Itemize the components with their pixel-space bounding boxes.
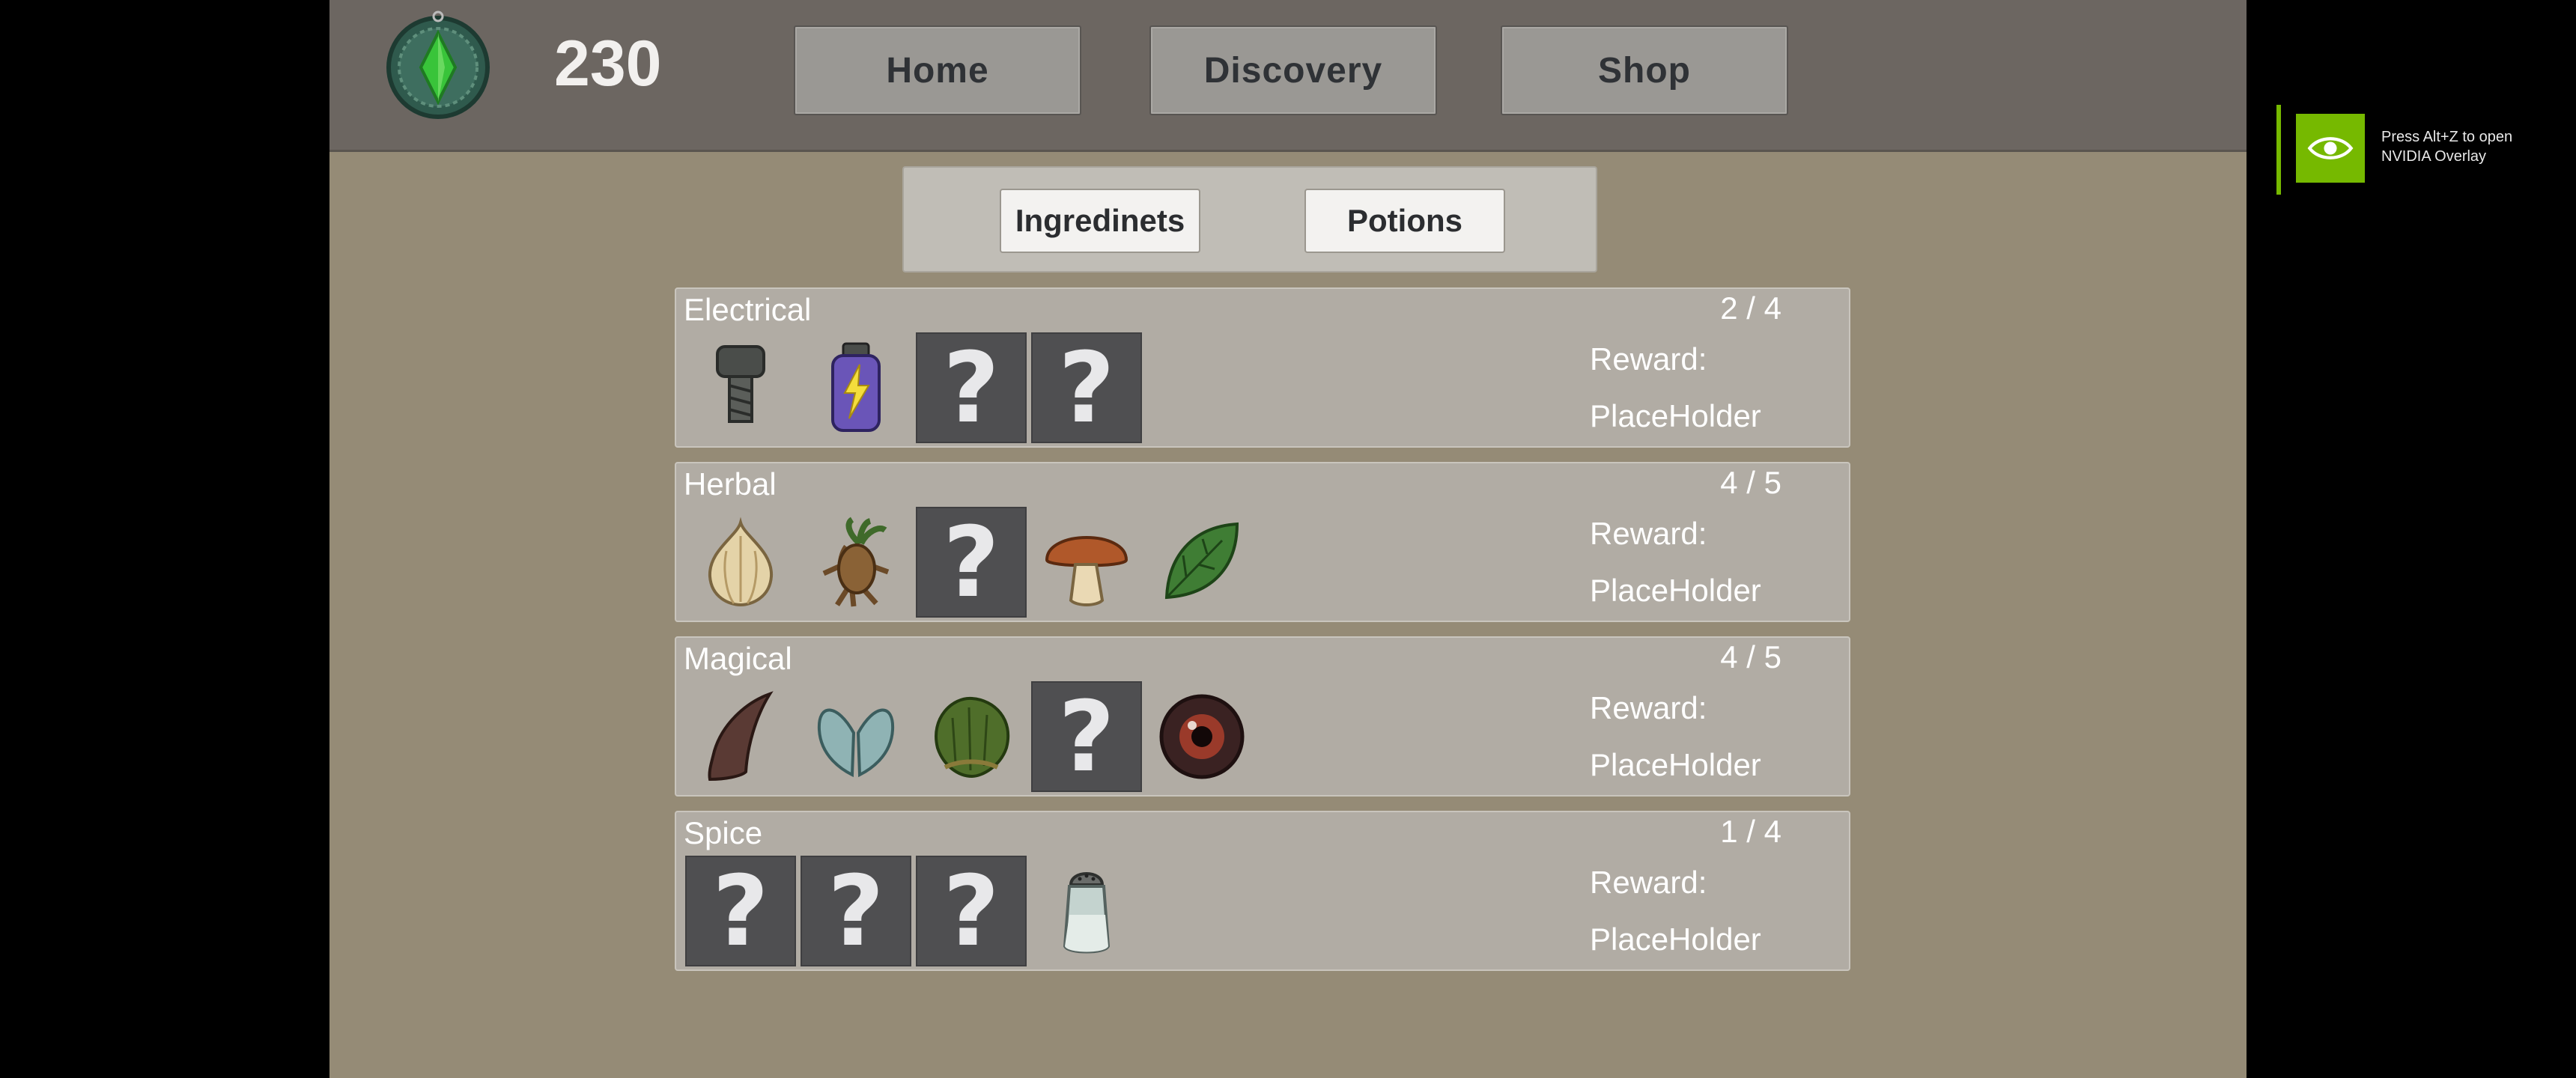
category-progress: 1 / 4 bbox=[1720, 814, 1781, 849]
ingredient-slots: ? bbox=[685, 680, 1257, 794]
horn-icon[interactable] bbox=[685, 681, 796, 792]
tab-panel: Ingredinets Potions bbox=[902, 166, 1597, 272]
eyeball-icon[interactable] bbox=[1146, 681, 1257, 792]
unknown-ingredient[interactable]: ? bbox=[916, 854, 1027, 968]
reward-label: Reward: bbox=[1590, 516, 1707, 551]
category-reward: Reward: PlaceHolder bbox=[1590, 331, 1761, 445]
reward-value: PlaceHolder bbox=[1590, 747, 1761, 782]
unknown-ingredient[interactable]: ? bbox=[916, 505, 1027, 619]
lightning-jar-icon[interactable] bbox=[801, 332, 911, 443]
category-title: Herbal bbox=[684, 466, 777, 502]
nvidia-overlay-notice: Press Alt+Z to open NVIDIA Overlay bbox=[2276, 105, 2539, 195]
category-herbal: Herbal 4 / 5 Reward: PlaceHolder ? bbox=[675, 462, 1850, 622]
reward-label: Reward: bbox=[1590, 865, 1707, 900]
reward-value: PlaceHolder bbox=[1590, 398, 1761, 433]
unknown-ingredient[interactable]: ? bbox=[801, 854, 911, 968]
category-electrical: Electrical 2 / 4 Reward: PlaceHolder ? ? bbox=[675, 287, 1850, 448]
reward-label: Reward: bbox=[1590, 690, 1707, 725]
mandrake-root-icon[interactable] bbox=[801, 507, 911, 618]
moss-icon[interactable] bbox=[916, 681, 1027, 792]
ingredient-slots: ? ? ? bbox=[685, 854, 1142, 968]
unknown-ingredient[interactable]: ? bbox=[1031, 680, 1142, 794]
top-bar: 230 Home Discovery Shop bbox=[329, 0, 2247, 152]
tab-ingredients[interactable]: Ingredinets bbox=[1000, 189, 1200, 253]
leaf-icon[interactable] bbox=[1146, 507, 1257, 618]
category-reward: Reward: PlaceHolder bbox=[1590, 680, 1761, 794]
fairy-wings-icon[interactable] bbox=[801, 681, 911, 792]
category-title: Electrical bbox=[684, 292, 812, 327]
nvidia-eye-icon bbox=[2296, 114, 2365, 183]
unknown-ingredient[interactable]: ? bbox=[916, 331, 1027, 445]
reward-value: PlaceHolder bbox=[1590, 922, 1761, 957]
ingredient-slots: ? bbox=[685, 505, 1257, 619]
reward-label: Reward: bbox=[1590, 341, 1707, 377]
mushroom-icon[interactable] bbox=[1031, 507, 1142, 618]
ingredient-slots: ? ? bbox=[685, 331, 1142, 445]
salt-shaker-icon[interactable] bbox=[1031, 856, 1142, 966]
nvidia-accent-bar bbox=[2276, 105, 2281, 195]
garlic-icon[interactable] bbox=[685, 507, 796, 618]
unknown-ingredient[interactable]: ? bbox=[685, 854, 796, 968]
category-reward: Reward: PlaceHolder bbox=[1590, 854, 1761, 968]
shop-button[interactable]: Shop bbox=[1501, 25, 1788, 115]
category-reward: Reward: PlaceHolder bbox=[1590, 505, 1761, 619]
currency-gem-icon bbox=[382, 7, 494, 120]
category-progress: 2 / 4 bbox=[1720, 290, 1781, 326]
reward-value: PlaceHolder bbox=[1590, 573, 1761, 608]
category-progress: 4 / 5 bbox=[1720, 639, 1781, 674]
category-title: Spice bbox=[684, 815, 763, 850]
category-magical: Magical 4 / 5 Reward: PlaceHolder ? bbox=[675, 636, 1850, 797]
home-button[interactable]: Home bbox=[794, 25, 1081, 115]
category-title: Magical bbox=[684, 641, 792, 676]
tab-potions[interactable]: Potions bbox=[1304, 189, 1505, 253]
category-progress: 4 / 5 bbox=[1720, 465, 1781, 500]
currency-amount: 230 bbox=[554, 28, 662, 100]
game-window: 230 Home Discovery Shop Ingredinets Poti… bbox=[329, 0, 2247, 1078]
category-spice: Spice 1 / 4 Reward: PlaceHolder ? ? ? bbox=[675, 811, 1850, 971]
unknown-ingredient[interactable]: ? bbox=[1031, 331, 1142, 445]
bolt-icon[interactable] bbox=[685, 332, 796, 443]
nvidia-overlay-text: Press Alt+Z to open NVIDIA Overlay bbox=[2381, 129, 2513, 165]
discovery-button[interactable]: Discovery bbox=[1149, 25, 1437, 115]
